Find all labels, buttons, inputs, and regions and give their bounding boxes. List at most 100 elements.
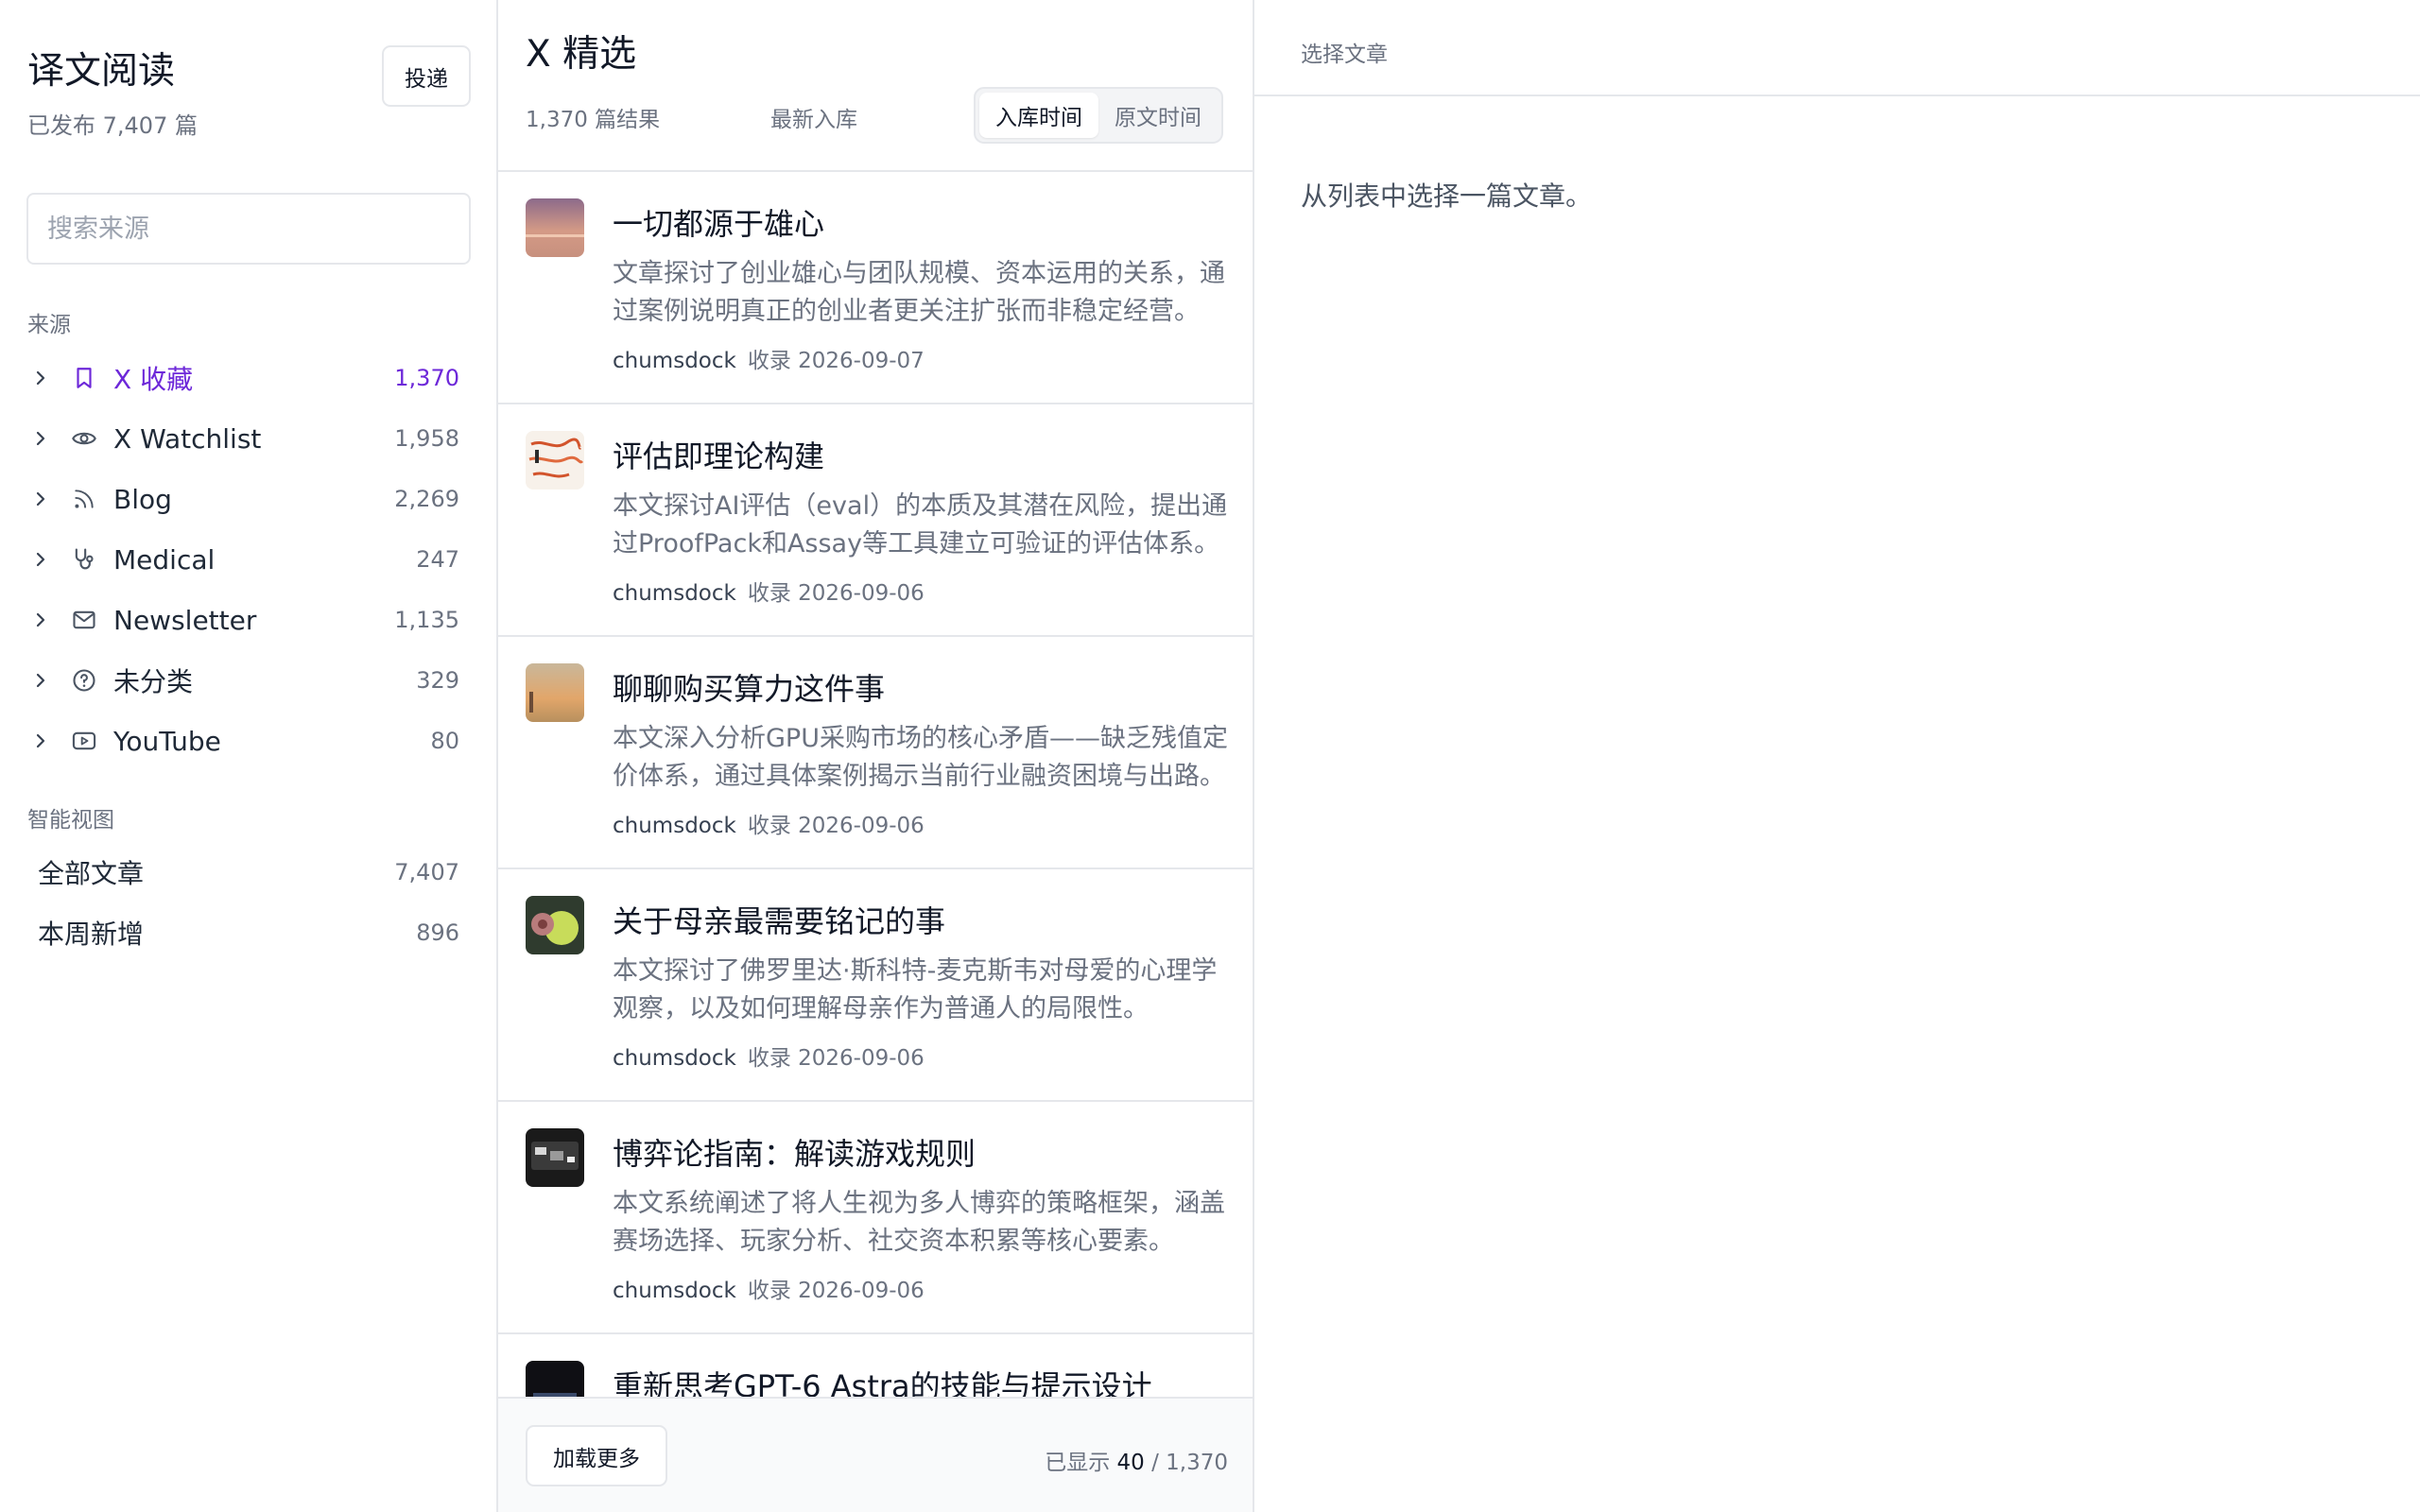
sidebar-item-uncategorized[interactable]: 未分类 329 bbox=[19, 654, 473, 707]
sidebar-item-x-bookmarks[interactable]: X 收藏 1,370 bbox=[19, 352, 473, 404]
article-author: chumsdock bbox=[613, 349, 736, 373]
sidebar-item-blog[interactable]: Blog 2,269 bbox=[19, 472, 473, 525]
article-meta: chumsdock 收录 2026-09-06 bbox=[613, 807, 925, 839]
sources-section-label: 来源 bbox=[27, 313, 71, 337]
list-title: X 精选 bbox=[526, 33, 637, 76]
smart-view-count: 896 bbox=[416, 919, 459, 946]
article-meta: chumsdock 收录 2026-09-06 bbox=[613, 575, 925, 607]
article-title: 评估即理论构建 bbox=[613, 438, 825, 474]
article-date: 收录 2026-09-06 bbox=[747, 581, 925, 606]
source-search-input[interactable] bbox=[26, 193, 471, 265]
load-more-button[interactable]: 加载更多 bbox=[526, 1425, 667, 1486]
smart-view-label: 全部文章 bbox=[38, 858, 145, 889]
reader-pane: 选择文章 从列表中选择一篇文章。 bbox=[1254, 0, 2420, 1512]
sidebar-item-label: Newsletter bbox=[113, 604, 257, 636]
article-thumbnail bbox=[526, 1128, 584, 1187]
chevron-right-icon[interactable] bbox=[26, 485, 55, 513]
sidebar-item-label: X Watchlist bbox=[113, 422, 262, 455]
stethoscope-icon bbox=[68, 543, 100, 576]
article-thumbnail bbox=[526, 198, 584, 257]
article-item[interactable]: 关于母亲最需要铭记的事 本文探讨了佛罗里达·斯科特-麦克斯韦对母爱的心理学观察，… bbox=[498, 869, 1253, 1102]
article-author: chumsdock bbox=[613, 581, 736, 606]
article-author: chumsdock bbox=[613, 814, 736, 838]
article-meta: chumsdock 收录 2026-09-06 bbox=[613, 1040, 925, 1072]
sidebar-item-count: 1,370 bbox=[394, 365, 459, 391]
article-summary: 本文探讨了佛罗里达·斯科特-麦克斯韦对母爱的心理学观察，以及如何理解母亲作为普通… bbox=[613, 956, 1218, 1023]
sidebar-item-label: YouTube bbox=[113, 725, 221, 757]
mail-icon bbox=[68, 604, 100, 636]
app-title: 译文阅读 bbox=[27, 50, 176, 93]
shown-total: / 1,370 bbox=[1151, 1451, 1228, 1475]
shown-count: 已显示 40 / 1,370 bbox=[1045, 1444, 1228, 1476]
sort-option-ingest-time[interactable]: 入库时间 bbox=[979, 93, 1098, 138]
result-count: 1,370 篇结果 bbox=[526, 108, 661, 132]
smart-view-count: 7,407 bbox=[394, 859, 459, 885]
sidebar-item-label: 未分类 bbox=[113, 666, 194, 697]
article-title: 一切都源于雄心 bbox=[613, 206, 825, 242]
submit-button[interactable]: 投递 bbox=[382, 45, 471, 107]
chevron-right-icon[interactable] bbox=[26, 666, 55, 695]
eye-icon bbox=[68, 422, 100, 455]
sidebar-item-count: 1,958 bbox=[394, 425, 459, 452]
chevron-right-icon[interactable] bbox=[26, 545, 55, 574]
article-date: 收录 2026-09-06 bbox=[747, 814, 925, 838]
article-item[interactable]: 博弈论指南：解读游戏规则 本文系统阐述了将人生视为多人博弈的策略框架，涵盖赛场选… bbox=[498, 1102, 1253, 1334]
reader-header: 选择文章 bbox=[1254, 0, 2420, 96]
article-summary: 本文深入分析GPU采购市场的核心矛盾——缺乏残值定价体系，通过具体案例揭示当前行… bbox=[613, 724, 1228, 791]
article-date: 收录 2026-09-06 bbox=[747, 1279, 925, 1303]
chevron-right-icon[interactable] bbox=[26, 727, 55, 755]
bookmark-icon bbox=[68, 362, 100, 394]
sort-option-original-time[interactable]: 原文时间 bbox=[1098, 93, 1218, 138]
sort-label: 最新入库 bbox=[770, 108, 857, 132]
smart-views-section-label: 智能视图 bbox=[27, 808, 114, 833]
reader-header-title: 选择文章 bbox=[1301, 43, 1388, 67]
smart-view-this-week[interactable]: 本周新增 896 bbox=[19, 906, 473, 959]
sidebar-item-medical[interactable]: Medical 247 bbox=[19, 533, 473, 586]
smart-view-all-articles[interactable]: 全部文章 7,407 bbox=[19, 846, 473, 899]
article-item[interactable]: 聊聊购买算力这件事 本文深入分析GPU采购市场的核心矛盾——缺乏残值定价体系，通… bbox=[498, 637, 1253, 869]
article-thumbnail bbox=[526, 896, 584, 954]
chevron-right-icon[interactable] bbox=[26, 424, 55, 453]
rss-icon bbox=[68, 483, 100, 515]
article-summary: 本文系统阐述了将人生视为多人博弈的策略框架，涵盖赛场选择、玩家分析、社交资本积累… bbox=[613, 1189, 1225, 1256]
sidebar-item-newsletter[interactable]: Newsletter 1,135 bbox=[19, 593, 473, 646]
article-item[interactable]: 一切都源于雄心 文章探讨了创业雄心与团队规模、资本运用的关系，通过案例说明真正的… bbox=[498, 172, 1253, 404]
sidebar-item-count: 1,135 bbox=[394, 607, 459, 633]
sidebar-item-youtube[interactable]: YouTube 80 bbox=[19, 714, 473, 767]
chevron-right-icon[interactable] bbox=[26, 364, 55, 392]
article-date: 收录 2026-09-06 bbox=[747, 1046, 925, 1071]
article-meta: chumsdock 收录 2026-09-06 bbox=[613, 1272, 925, 1304]
smart-view-label: 本周新增 bbox=[38, 919, 145, 950]
article-thumbnail bbox=[526, 663, 584, 722]
shown-prefix: 已显示 bbox=[1045, 1451, 1111, 1475]
sidebar-item-count: 2,269 bbox=[394, 486, 459, 512]
sidebar-item-count: 247 bbox=[416, 546, 459, 573]
article-list-pane: X 精选 1,370 篇结果 最新入库 入库时间 原文时间 一切都源于雄心 文章… bbox=[498, 0, 1254, 1512]
article-meta: chumsdock 收录 2026-09-07 bbox=[613, 342, 925, 374]
sidebar: 译文阅读 已发布 7,407 篇 投递 来源 X 收藏 1,370 X Watc… bbox=[0, 0, 498, 1512]
sidebar-item-count: 80 bbox=[430, 728, 459, 754]
article-thumbnail bbox=[526, 431, 584, 490]
sidebar-item-label: Blog bbox=[113, 483, 172, 515]
youtube-icon bbox=[68, 725, 100, 757]
article-author: chumsdock bbox=[613, 1046, 736, 1071]
article-title: 关于母亲最需要铭记的事 bbox=[613, 903, 946, 939]
sidebar-item-x-watchlist[interactable]: X Watchlist 1,958 bbox=[19, 412, 473, 465]
article-summary: 文章探讨了创业雄心与团队规模、资本运用的关系，通过案例说明真正的创业者更关注扩张… bbox=[613, 259, 1225, 326]
sidebar-item-label: Medical bbox=[113, 543, 216, 576]
article-item[interactable]: 评估即理论构建 本文探讨AI评估（eval）的本质及其潜在风险，提出通过Proo… bbox=[498, 404, 1253, 637]
article-title: 聊聊购买算力这件事 bbox=[613, 671, 886, 707]
sort-toggle: 入库时间 原文时间 bbox=[974, 87, 1223, 144]
question-circle-icon bbox=[68, 664, 100, 696]
article-summary: 本文探讨AI评估（eval）的本质及其潜在风险，提出通过ProofPack和As… bbox=[613, 491, 1228, 558]
published-count: 已发布 7,407 篇 bbox=[27, 112, 198, 139]
article-date: 收录 2026-09-07 bbox=[747, 349, 925, 373]
shown-number: 40 bbox=[1116, 1451, 1145, 1475]
chevron-right-icon[interactable] bbox=[26, 606, 55, 634]
sidebar-item-label: X 收藏 bbox=[113, 364, 194, 395]
article-author: chumsdock bbox=[613, 1279, 736, 1303]
list-footer: 加载更多 已显示 40 / 1,370 bbox=[498, 1397, 1253, 1512]
sidebar-item-count: 329 bbox=[416, 667, 459, 694]
reader-empty-state: 从列表中选择一篇文章。 bbox=[1301, 180, 1593, 212]
article-title: 博弈论指南：解读游戏规则 bbox=[613, 1136, 977, 1172]
